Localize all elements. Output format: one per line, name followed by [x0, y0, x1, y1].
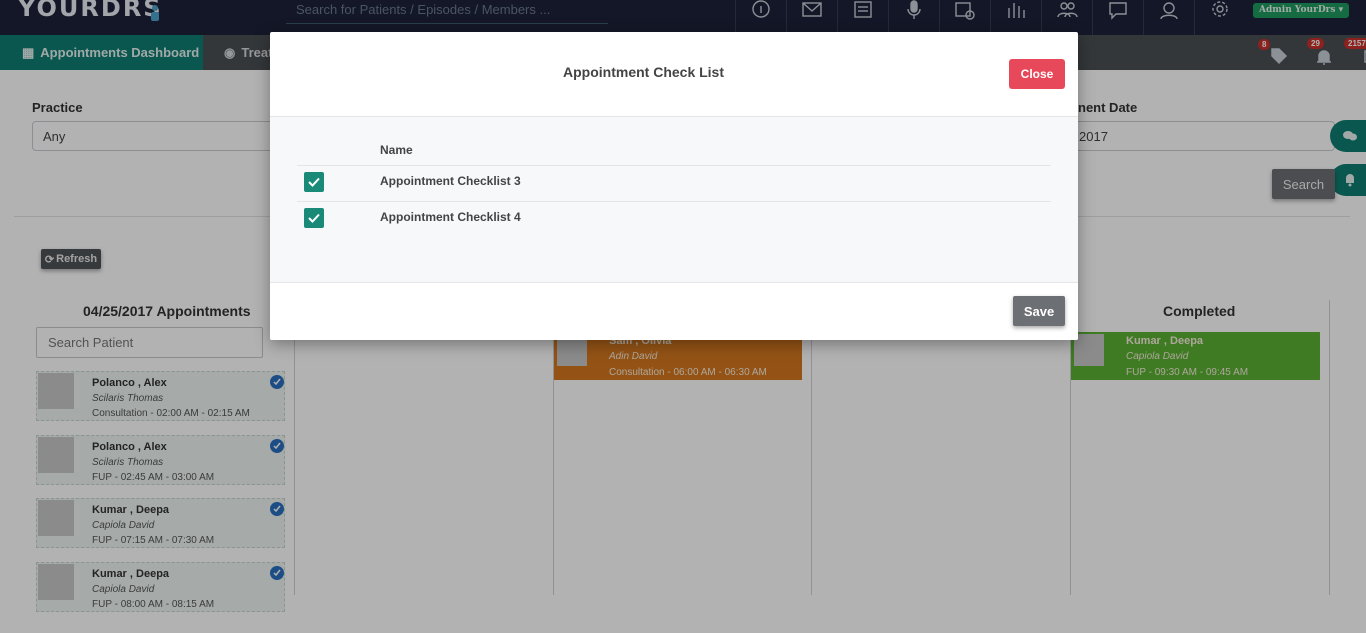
checklist-modal: Appointment Check List Close Name Appoin…: [270, 32, 1078, 340]
modal-footer: Save: [270, 282, 1078, 340]
modal-header: Appointment Check List Close: [270, 32, 1078, 117]
name-column-header: Name: [380, 143, 413, 157]
table-divider: [297, 165, 1051, 166]
checklist-item-name: Appointment Checklist 4: [380, 210, 521, 224]
checkmark-icon: [308, 213, 320, 223]
save-button[interactable]: Save: [1013, 296, 1065, 326]
checklist-item-name: Appointment Checklist 3: [380, 174, 521, 188]
checklist-checkbox[interactable]: [304, 172, 324, 192]
checklist-checkbox[interactable]: [304, 208, 324, 228]
close-button[interactable]: Close: [1009, 59, 1065, 89]
checklist-table: Name Appointment Checklist 3 Appointment…: [270, 117, 1078, 282]
table-divider: [297, 201, 1051, 202]
checkmark-icon: [308, 177, 320, 187]
modal-title: Appointment Check List: [563, 64, 725, 80]
